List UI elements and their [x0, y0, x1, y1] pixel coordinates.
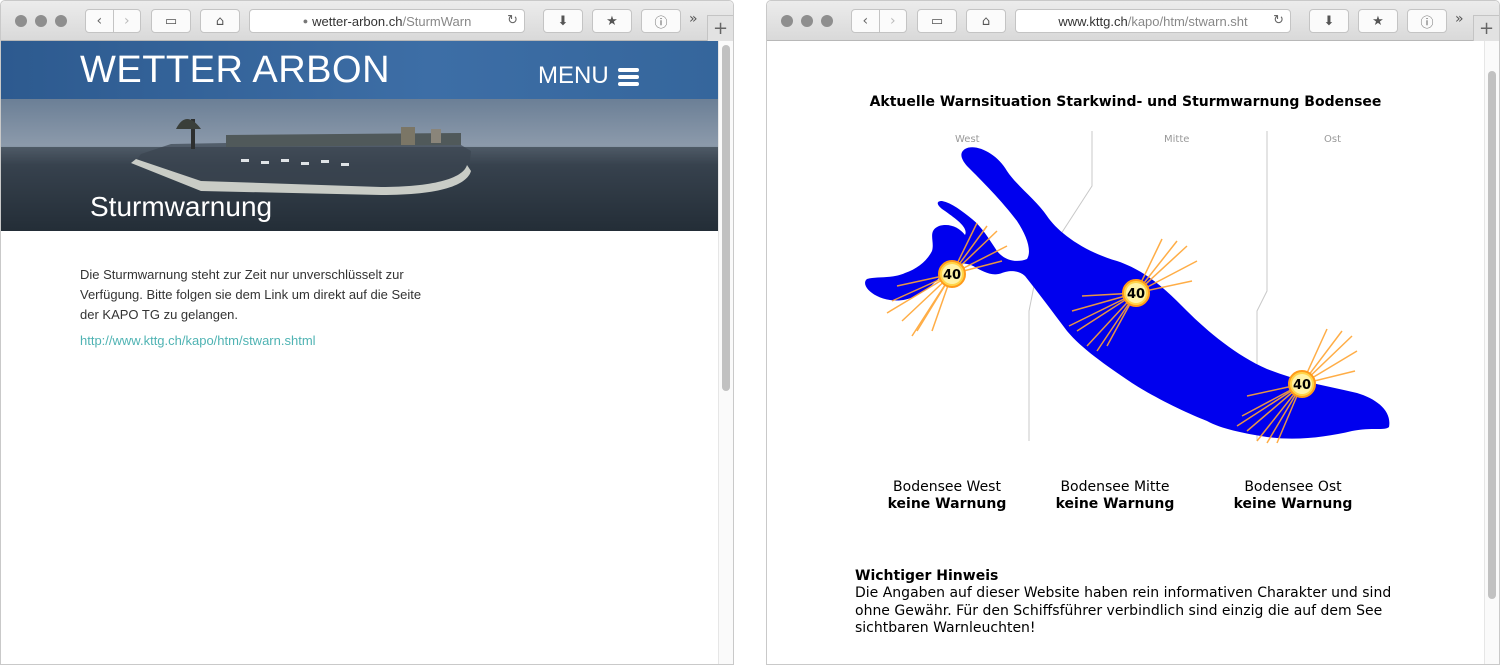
new-tab-button[interactable]: +: [1473, 15, 1499, 41]
region-status: keine Warnung: [1055, 496, 1175, 512]
home-button[interactable]: ⌂: [966, 9, 1006, 33]
menu-label[interactable]: MENU: [538, 62, 609, 90]
back-icon[interactable]: ‹: [86, 10, 113, 32]
browser-toolbar: ‹ › ▭ ⌂ www.kttg.ch/kapo/htm/stwarn.sht …: [767, 1, 1499, 41]
minimize-window-button[interactable]: [35, 15, 47, 27]
region-status: keine Warnung: [1233, 496, 1353, 512]
page-heading: Sturmwarnung: [90, 191, 273, 222]
sidebar-button[interactable]: ▭: [917, 9, 957, 33]
zoom-window-button[interactable]: [821, 15, 833, 27]
url-domain: www.kttg.ch: [1058, 13, 1128, 29]
url-path: /SturmWarn: [402, 13, 472, 29]
downloads-button[interactable]: ⬇: [1309, 9, 1349, 33]
sidebar-icon: ▭: [930, 13, 944, 29]
info-button[interactable]: ⓘ: [641, 9, 681, 33]
scrollbar[interactable]: [718, 41, 733, 664]
notice-title: Wichtiger Hinweis: [855, 568, 999, 584]
region-name: Bodensee West: [893, 479, 1001, 495]
address-bar[interactable]: www.kttg.ch/kapo/htm/stwarn.sht ↻: [1015, 9, 1291, 33]
forward-icon[interactable]: ›: [878, 10, 907, 32]
info-icon: ⓘ: [654, 15, 668, 31]
scrollbar[interactable]: [1484, 41, 1499, 664]
address-bar[interactable]: ● wetter-arbon.ch/SturmWarn ↻: [249, 9, 525, 33]
warning-light-ost-label: 40: [1293, 378, 1311, 393]
scrollbar-thumb[interactable]: [722, 45, 730, 391]
new-tab-button[interactable]: +: [707, 15, 733, 41]
home-icon: ⌂: [215, 13, 225, 29]
forward-icon[interactable]: ›: [112, 10, 141, 32]
lake-constance-map: 40 40 40: [865, 131, 1390, 444]
page-title: Aktuelle Warnsituation Starkwind- und St…: [869, 94, 1382, 110]
region-status: keine Warnung: [887, 496, 1007, 512]
reload-icon[interactable]: ↻: [507, 13, 518, 28]
download-icon: ⬇: [1323, 13, 1335, 29]
reload-icon[interactable]: ↻: [1273, 13, 1284, 28]
browser-window-left: ‹ › ▭ ⌂ ● wetter-arbon.ch/SturmWarn ↻ ⬇ …: [0, 0, 734, 665]
downloads-button[interactable]: ⬇: [543, 9, 583, 33]
region-name: Bodensee Mitte: [1060, 479, 1170, 495]
close-window-button[interactable]: [15, 15, 27, 27]
sidebar-button[interactable]: ▭: [151, 9, 191, 33]
lock-icon: ●: [302, 16, 309, 26]
hamburger-menu-icon[interactable]: [618, 68, 639, 87]
url-path: /kapo/htm/stwarn.sht: [1127, 13, 1248, 29]
zoom-window-button[interactable]: [55, 15, 67, 27]
browser-window-right: ‹ › ▭ ⌂ www.kttg.ch/kapo/htm/stwarn.sht …: [766, 0, 1500, 665]
info-paragraph: Die Sturmwarnung steht zur Zeit nur unve…: [80, 267, 422, 322]
nav-buttons: ‹ ›: [851, 9, 907, 33]
info-button[interactable]: ⓘ: [1407, 9, 1447, 33]
bookmark-button[interactable]: ★: [592, 9, 632, 33]
home-icon: ⌂: [981, 13, 991, 29]
region-status-ost: Bodensee Ost keine Warnung: [1218, 479, 1368, 513]
info-icon: ⓘ: [1420, 15, 1434, 31]
back-icon[interactable]: ‹: [852, 10, 879, 32]
warning-light-west-label: 40: [943, 268, 961, 283]
nav-buttons: ‹ ›: [85, 9, 141, 33]
close-window-button[interactable]: [781, 15, 793, 27]
url-domain: wetter-arbon.ch: [312, 13, 403, 29]
more-icon[interactable]: »: [689, 11, 698, 27]
minimize-window-button[interactable]: [801, 15, 813, 27]
browser-toolbar: ‹ › ▭ ⌂ ● wetter-arbon.ch/SturmWarn ↻ ⬇ …: [1, 1, 733, 41]
notice-body: Die Angaben auf dieser Website haben rei…: [855, 585, 1392, 636]
download-icon: ⬇: [557, 13, 569, 29]
site-title[interactable]: WETTER ARBON: [80, 49, 390, 92]
bookmark-button[interactable]: ★: [1358, 9, 1398, 33]
region-name: Bodensee Ost: [1244, 479, 1342, 495]
kapo-tg-link[interactable]: http://www.kttg.ch/kapo/htm/stwarn.shtml: [80, 333, 316, 348]
plus-icon: +: [712, 18, 729, 39]
bookmark-icon: ★: [606, 13, 618, 29]
region-status-west: Bodensee West keine Warnung: [872, 479, 1022, 513]
scrollbar-thumb[interactable]: [1488, 71, 1496, 599]
region-status-mitte: Bodensee Mitte keine Warnung: [1040, 479, 1190, 513]
plus-icon: +: [1478, 18, 1495, 39]
sidebar-icon: ▭: [164, 13, 178, 29]
bookmark-icon: ★: [1372, 13, 1384, 29]
more-icon[interactable]: »: [1455, 11, 1464, 27]
warning-light-mitte-label: 40: [1127, 287, 1145, 302]
home-button[interactable]: ⌂: [200, 9, 240, 33]
